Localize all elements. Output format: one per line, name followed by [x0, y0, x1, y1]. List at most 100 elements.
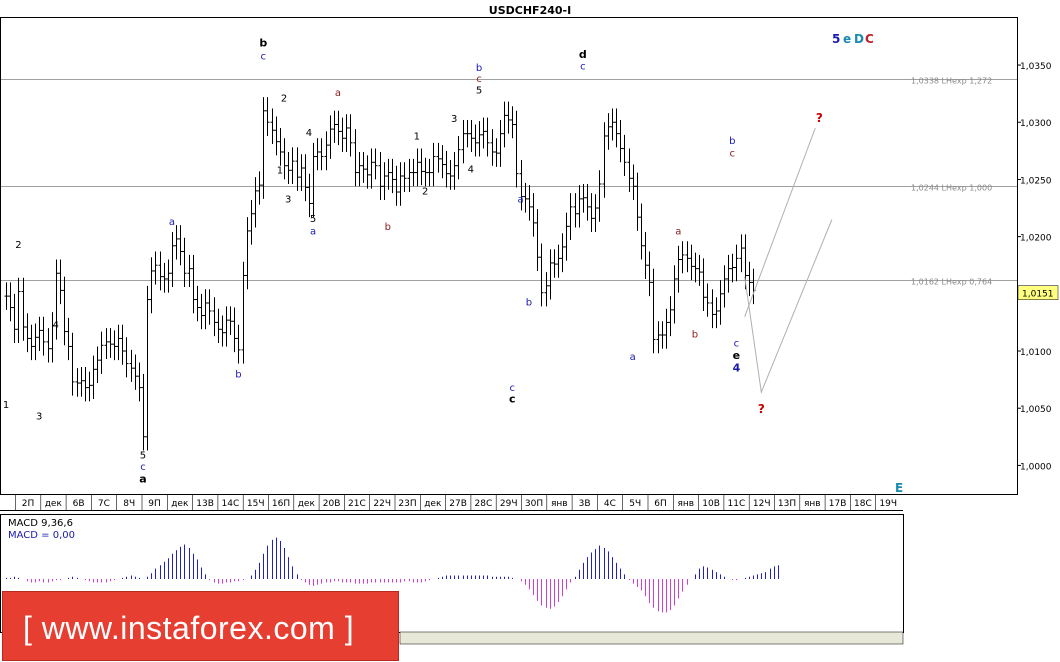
wave-label: a [169, 217, 175, 228]
instaforex-watermark-box[interactable]: [ www.instaforex.com ] [2, 591, 399, 661]
wave-label: d [579, 48, 587, 61]
wave-label: a [518, 194, 524, 205]
wave-label: 1 [3, 400, 9, 411]
y-tick-label: 1,0100 [1020, 348, 1052, 358]
x-tick-label: 30П [525, 499, 543, 509]
wave-label: 1 [277, 166, 283, 177]
x-tick-label: дек [298, 499, 316, 509]
wave-label: a [139, 473, 146, 486]
wave-label: 4 [306, 128, 312, 139]
macd-value-label: MACD = 0,00 [8, 530, 75, 541]
watermark-text: [ www.instaforex.com ] [23, 610, 355, 646]
macd-scroll-area [399, 631, 904, 645]
corner-wave-label: E [895, 481, 903, 495]
wave-label: 2 [15, 240, 21, 251]
wave-label: 3 [285, 194, 291, 205]
wave-label: a [310, 226, 316, 237]
x-tick-label: 16П [272, 499, 290, 509]
x-tick-label: 6П [654, 499, 667, 509]
wave-label: 2 [281, 94, 287, 105]
current-price-label: 1,0151 [1022, 290, 1054, 300]
wave-label: 5 [140, 451, 146, 462]
wave-label: c [580, 62, 586, 73]
x-tick-label: 13В [196, 499, 214, 509]
wave-label: 1 [414, 131, 420, 142]
projection-line [744, 127, 816, 317]
x-tick-label: 7С [98, 499, 110, 509]
x-tick-label: 2П [22, 499, 35, 509]
x-tick-label: 12Ч [753, 499, 771, 509]
x-tick-label: 4С [604, 499, 616, 509]
x-tick-label: янв [677, 499, 694, 509]
x-tick-label: 15Ч [247, 499, 265, 509]
x-tick-label: 20В [323, 499, 341, 509]
wave-label: 4 [53, 320, 59, 331]
wave-label: c [476, 74, 482, 85]
x-tick-label: 6В [73, 499, 85, 509]
chart-title: USDCHF240-I [489, 4, 571, 17]
wave-label: b [526, 297, 532, 308]
x-tick-label: 23П [398, 499, 416, 509]
wave-label: a [630, 352, 636, 363]
wave-label: 4 [468, 165, 474, 176]
wave-label: e [733, 349, 740, 362]
wave-label: b [729, 136, 735, 147]
wave-label: 2 [422, 186, 428, 197]
wave-label: 3 [451, 114, 457, 125]
x-tick-label: 8Ч [123, 499, 135, 509]
wave-label: b [235, 369, 241, 380]
x-tick-label: 9П [148, 499, 161, 509]
wave-label: 3 [36, 412, 42, 423]
question-mark: ? [816, 111, 823, 125]
level-label: 1,0244 LНехр 1,000 [911, 184, 992, 193]
macd-label: MACD 9,36,6 [8, 518, 73, 529]
wave-label: c [140, 462, 146, 473]
wave-label: b [385, 222, 391, 233]
price-panel-frame [0, 17, 1018, 495]
wave-degree-label: 5 [832, 32, 840, 46]
wave-label: c [509, 392, 516, 405]
projection-line [744, 219, 833, 395]
x-tick-label: 29Ч [500, 499, 518, 509]
y-tick-label: 1,0050 [1020, 405, 1052, 415]
x-tick-label: дек [45, 499, 63, 509]
wave-label: 5 [310, 214, 316, 225]
wave-degree-label: D [854, 32, 864, 46]
wave-label: a [335, 88, 341, 99]
x-tick-label: 17В [829, 499, 847, 509]
wave-label: c [730, 149, 736, 160]
x-tick-label: янв [804, 499, 821, 509]
y-tick-label: 1,0350 [1020, 62, 1052, 72]
x-tick-label: 5Ч [629, 499, 641, 509]
wave-label: b [692, 329, 698, 340]
level-label: 1,0338 LНехр 1,272 [911, 77, 992, 86]
y-tick-label: 1,0250 [1020, 176, 1052, 186]
x-tick-label: 19Ч [879, 499, 897, 509]
wave-degree-label: e [843, 32, 851, 46]
x-tick-label: 3В [579, 499, 591, 509]
x-tick-label: 13П [778, 499, 796, 509]
wave-label: c [734, 338, 740, 349]
x-tick-label: 21С [348, 499, 366, 509]
x-tick-label: 14С [222, 499, 240, 509]
x-tick-label: дек [171, 499, 189, 509]
x-tick-label: 28С [475, 499, 493, 509]
question-mark: ? [758, 402, 765, 416]
y-tick-label: 1,0300 [1020, 119, 1052, 129]
level-label: 1,0162 LНехр 0,764 [911, 278, 992, 287]
x-tick-label: 11С [728, 499, 746, 509]
x-tick-label: 27В [449, 499, 467, 509]
wave-degree-label: C [865, 32, 874, 46]
y-tick-label: 1,0200 [1020, 234, 1052, 244]
x-tick-label: 18С [854, 499, 872, 509]
wave-label: 4 [733, 362, 741, 375]
wave-label: b [259, 37, 267, 50]
x-tick-label: дек [424, 499, 442, 509]
wave-label: 5 [476, 86, 482, 97]
wave-label: a [675, 226, 681, 237]
candlestick-chart: USDCHF240-I 1,0338 LНехр 1,272 1,0244 LНех… [0, 4, 1059, 645]
x-tick-label: 22Ч [373, 499, 391, 509]
y-tick-label: 1,0000 [1020, 462, 1052, 472]
x-tick-label: янв [551, 499, 568, 509]
wave-label: b [476, 63, 482, 74]
